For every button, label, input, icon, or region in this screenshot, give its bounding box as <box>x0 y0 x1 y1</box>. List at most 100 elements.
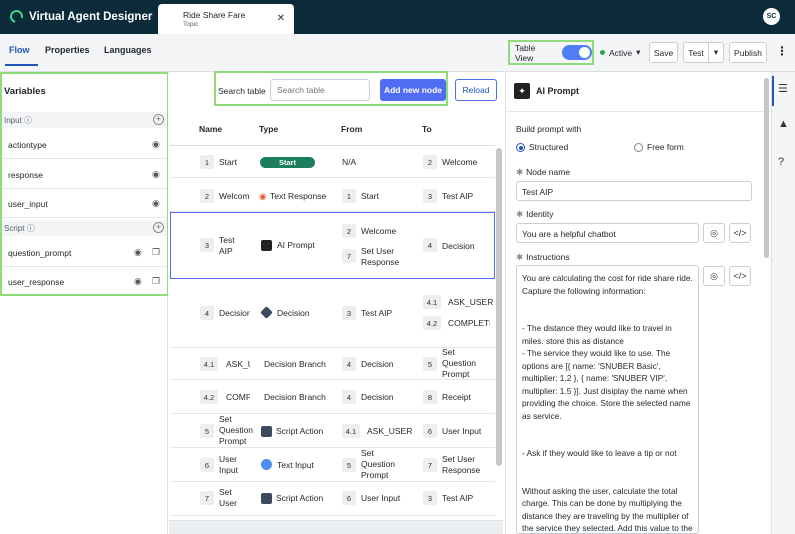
status-dropdown[interactable]: Active ▾ <box>600 47 640 58</box>
code-icon[interactable]: </> <box>729 223 751 243</box>
top-bar: Virtual Agent Designer Ride Share Fare T… <box>0 0 795 34</box>
app-brand[interactable]: Virtual Agent Designer <box>7 7 152 26</box>
eye-icon[interactable]: ◉ <box>152 169 160 180</box>
instructions-label: ✱ Instructions <box>516 252 570 263</box>
from-number-badge: 1 <box>342 189 356 203</box>
table-view-toggle[interactable] <box>561 45 592 60</box>
right-rail: ☰ ▲ ? <box>771 72 795 534</box>
from-value: User Input <box>361 493 401 503</box>
variable-name: user_response <box>8 277 65 287</box>
close-tab-icon[interactable]: ✕ <box>277 13 285 24</box>
node-name: Set Question Prompt <box>219 414 254 446</box>
properties-list-icon[interactable]: ☰ <box>778 82 788 95</box>
ai-assist-icon[interactable]: ◎ <box>703 266 725 286</box>
column-header-to[interactable]: To <box>422 124 432 134</box>
test-dropdown-chevron-icon[interactable]: ▾ <box>708 42 724 63</box>
input-section-label: Input <box>4 116 22 125</box>
node-type: Decision Branch <box>264 359 326 369</box>
eye-icon[interactable]: ◉ <box>134 247 142 258</box>
from-value: ASK_USER <box>367 426 413 436</box>
tab-flow[interactable]: Flow <box>9 45 30 55</box>
test-button[interactable]: Test <box>683 42 709 63</box>
ai-assist-icon[interactable]: ◎ <box>703 223 725 243</box>
node-number-badge: 7 <box>200 491 214 505</box>
column-header-type[interactable]: Type <box>259 124 278 134</box>
help-icon[interactable]: ? <box>778 156 784 168</box>
variable-row-user-input[interactable]: user_input ◉ <box>2 189 167 218</box>
variable-row-question-prompt[interactable]: question_prompt ◉ ❐ <box>2 238 167 267</box>
code-icon[interactable]: </> <box>729 266 751 286</box>
to-value: Welcome <box>442 157 478 167</box>
save-button[interactable]: Save <box>649 42 678 63</box>
publish-button[interactable]: Publish <box>729 42 767 63</box>
node-name: Start <box>219 157 237 167</box>
table-vertical-scrollbar[interactable] <box>496 148 502 466</box>
tab-languages[interactable]: Languages <box>104 45 152 55</box>
node-name: Decision <box>219 308 250 318</box>
variable-name: actiontype <box>8 140 47 150</box>
from-number-badge: 5 <box>342 458 356 472</box>
warning-icon[interactable]: ▲ <box>778 118 789 130</box>
reload-button[interactable]: Reload <box>455 79 497 101</box>
node-name: User Input <box>219 454 238 475</box>
variable-row-actiontype[interactable]: actiontype ◉ <box>2 130 167 159</box>
column-header-from[interactable]: From <box>341 124 362 134</box>
status-label: Active <box>609 47 633 58</box>
node-number-badge: 4 <box>200 306 214 320</box>
table-horizontal-scrollbar[interactable] <box>169 520 503 534</box>
node-name: Test AIP <box>219 235 235 256</box>
variable-name: user_input <box>8 199 48 209</box>
eye-icon[interactable]: ◉ <box>152 139 160 150</box>
copy-icon[interactable]: ❐ <box>152 276 160 287</box>
node-name: ASK_USER <box>226 359 250 369</box>
from-value: Set User Response <box>361 246 400 267</box>
from-number-badge: 4 <box>342 390 356 404</box>
add-new-node-button[interactable]: Add new node <box>380 79 446 101</box>
identity-label: ✱ Identity <box>516 209 554 220</box>
search-input[interactable] <box>270 79 370 101</box>
toggle-knob <box>579 47 590 58</box>
user-avatar[interactable]: SC <box>763 8 780 25</box>
panel-scrollbar[interactable] <box>764 78 769 258</box>
node-name: Welcome <box>219 191 250 201</box>
eye-icon[interactable]: ◉ <box>134 276 142 287</box>
node-type: Decision <box>277 308 310 318</box>
build-prompt-label: Build prompt with <box>516 124 582 134</box>
app-logo-icon <box>7 7 26 26</box>
required-icon: ✱ <box>516 252 524 262</box>
identity-input[interactable]: You are a helpful chatbot <box>516 223 699 243</box>
from-value: Decision <box>361 392 394 402</box>
to-number-badge: 2 <box>423 155 437 169</box>
to-number-badge: 6 <box>423 424 437 438</box>
from-number-badge: 7 <box>342 249 356 263</box>
node-number-badge: 6 <box>200 458 214 472</box>
node-number-badge: 2 <box>200 189 214 203</box>
add-input-variable-icon[interactable]: + <box>153 114 164 125</box>
from-number-badge: 3 <box>342 306 356 320</box>
variable-row-response[interactable]: response ◉ <box>2 160 167 189</box>
add-script-variable-icon[interactable]: + <box>153 222 164 233</box>
from-number-badge: 6 <box>342 491 356 505</box>
to-value: ASK_USER <box>448 297 494 307</box>
from-value: Test AIP <box>361 308 393 318</box>
tab-properties[interactable]: Properties <box>45 45 90 55</box>
to-number-badge: 4.1 <box>423 295 441 309</box>
free-form-radio[interactable]: Free form <box>634 142 684 153</box>
node-type: Script Action <box>276 493 324 503</box>
to-number-badge: 4.2 <box>423 316 441 330</box>
node-name-input[interactable]: Test AIP <box>516 181 752 201</box>
variable-row-user-response[interactable]: user_response ◉ ❐ <box>2 267 167 296</box>
start-type-badge: Start <box>260 157 315 168</box>
left-panel-empty <box>0 296 168 534</box>
node-number-badge: 3 <box>200 238 214 252</box>
node-properties-panel: ✦ AI Prompt Build prompt with Structured… <box>505 72 772 534</box>
structured-radio[interactable]: Structured <box>516 142 568 153</box>
to-number-badge: 7 <box>423 458 437 472</box>
copy-icon[interactable]: ❐ <box>152 247 160 258</box>
document-tab[interactable]: Ride Share Fare Topic ✕ <box>158 4 294 34</box>
more-options-icon[interactable]: ⋮ <box>776 44 788 58</box>
instructions-textarea[interactable]: You are calculating the cost for ride sh… <box>516 265 699 534</box>
eye-icon[interactable]: ◉ <box>152 198 160 209</box>
column-header-name[interactable]: Name <box>199 124 222 134</box>
free-form-label: Free form <box>647 142 684 152</box>
